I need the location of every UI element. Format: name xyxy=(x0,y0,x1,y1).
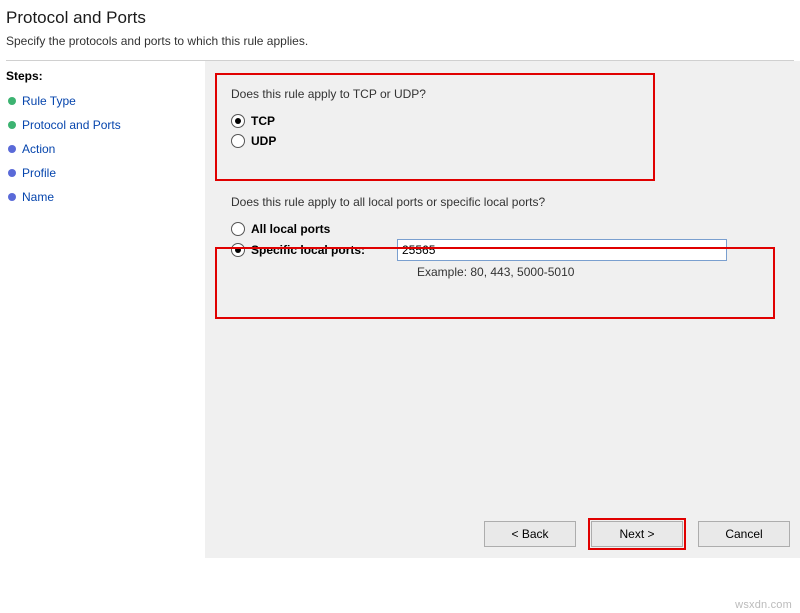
bullet-icon xyxy=(8,97,16,105)
content-panel: Does this rule apply to TCP or UDP? TCP … xyxy=(205,61,800,558)
steps-sidebar: Steps: Rule Type Protocol and Ports Acti… xyxy=(0,61,205,558)
back-button[interactable]: < Back xyxy=(484,521,576,547)
question-ports: Does this rule apply to all local ports … xyxy=(231,195,782,209)
bullet-icon xyxy=(8,169,16,177)
radio-label: UDP xyxy=(251,134,276,148)
radio-tcp[interactable]: TCP xyxy=(231,111,782,131)
radio-specific-ports[interactable]: Specific local ports: xyxy=(231,240,391,260)
radio-icon xyxy=(231,243,245,257)
cancel-button[interactable]: Cancel xyxy=(698,521,790,547)
radio-udp[interactable]: UDP xyxy=(231,131,782,151)
radio-label: Specific local ports: xyxy=(251,243,365,257)
step-name[interactable]: Name xyxy=(6,185,199,209)
radio-icon xyxy=(231,114,245,128)
step-label: Name xyxy=(22,190,54,204)
radio-label: TCP xyxy=(251,114,275,128)
specific-ports-input[interactable] xyxy=(397,239,727,261)
wizard-footer: < Back Next > Cancel xyxy=(484,518,790,550)
radio-icon xyxy=(231,222,245,236)
bullet-icon xyxy=(8,145,16,153)
question-protocol: Does this rule apply to TCP or UDP? xyxy=(231,87,782,101)
bullet-icon xyxy=(8,193,16,201)
page-subtitle: Specify the protocols and ports to which… xyxy=(6,34,790,48)
ports-example: Example: 80, 443, 5000-5010 xyxy=(417,265,782,279)
radio-icon xyxy=(231,134,245,148)
steps-heading: Steps: xyxy=(6,69,199,83)
step-profile[interactable]: Profile xyxy=(6,161,199,185)
step-label: Action xyxy=(22,142,55,156)
next-button[interactable]: Next > xyxy=(591,521,683,547)
step-rule-type[interactable]: Rule Type xyxy=(6,89,199,113)
page-title: Protocol and Ports xyxy=(6,8,790,28)
step-protocol-and-ports[interactable]: Protocol and Ports xyxy=(6,113,199,137)
bullet-icon xyxy=(8,121,16,129)
step-label: Profile xyxy=(22,166,56,180)
watermark: wsxdn.com xyxy=(735,599,792,611)
radio-all-ports[interactable]: All local ports xyxy=(231,219,782,239)
step-label: Protocol and Ports xyxy=(22,118,121,132)
step-action[interactable]: Action xyxy=(6,137,199,161)
radio-label: All local ports xyxy=(251,222,330,236)
step-label: Rule Type xyxy=(22,94,76,108)
highlight-box: Next > xyxy=(588,518,686,550)
